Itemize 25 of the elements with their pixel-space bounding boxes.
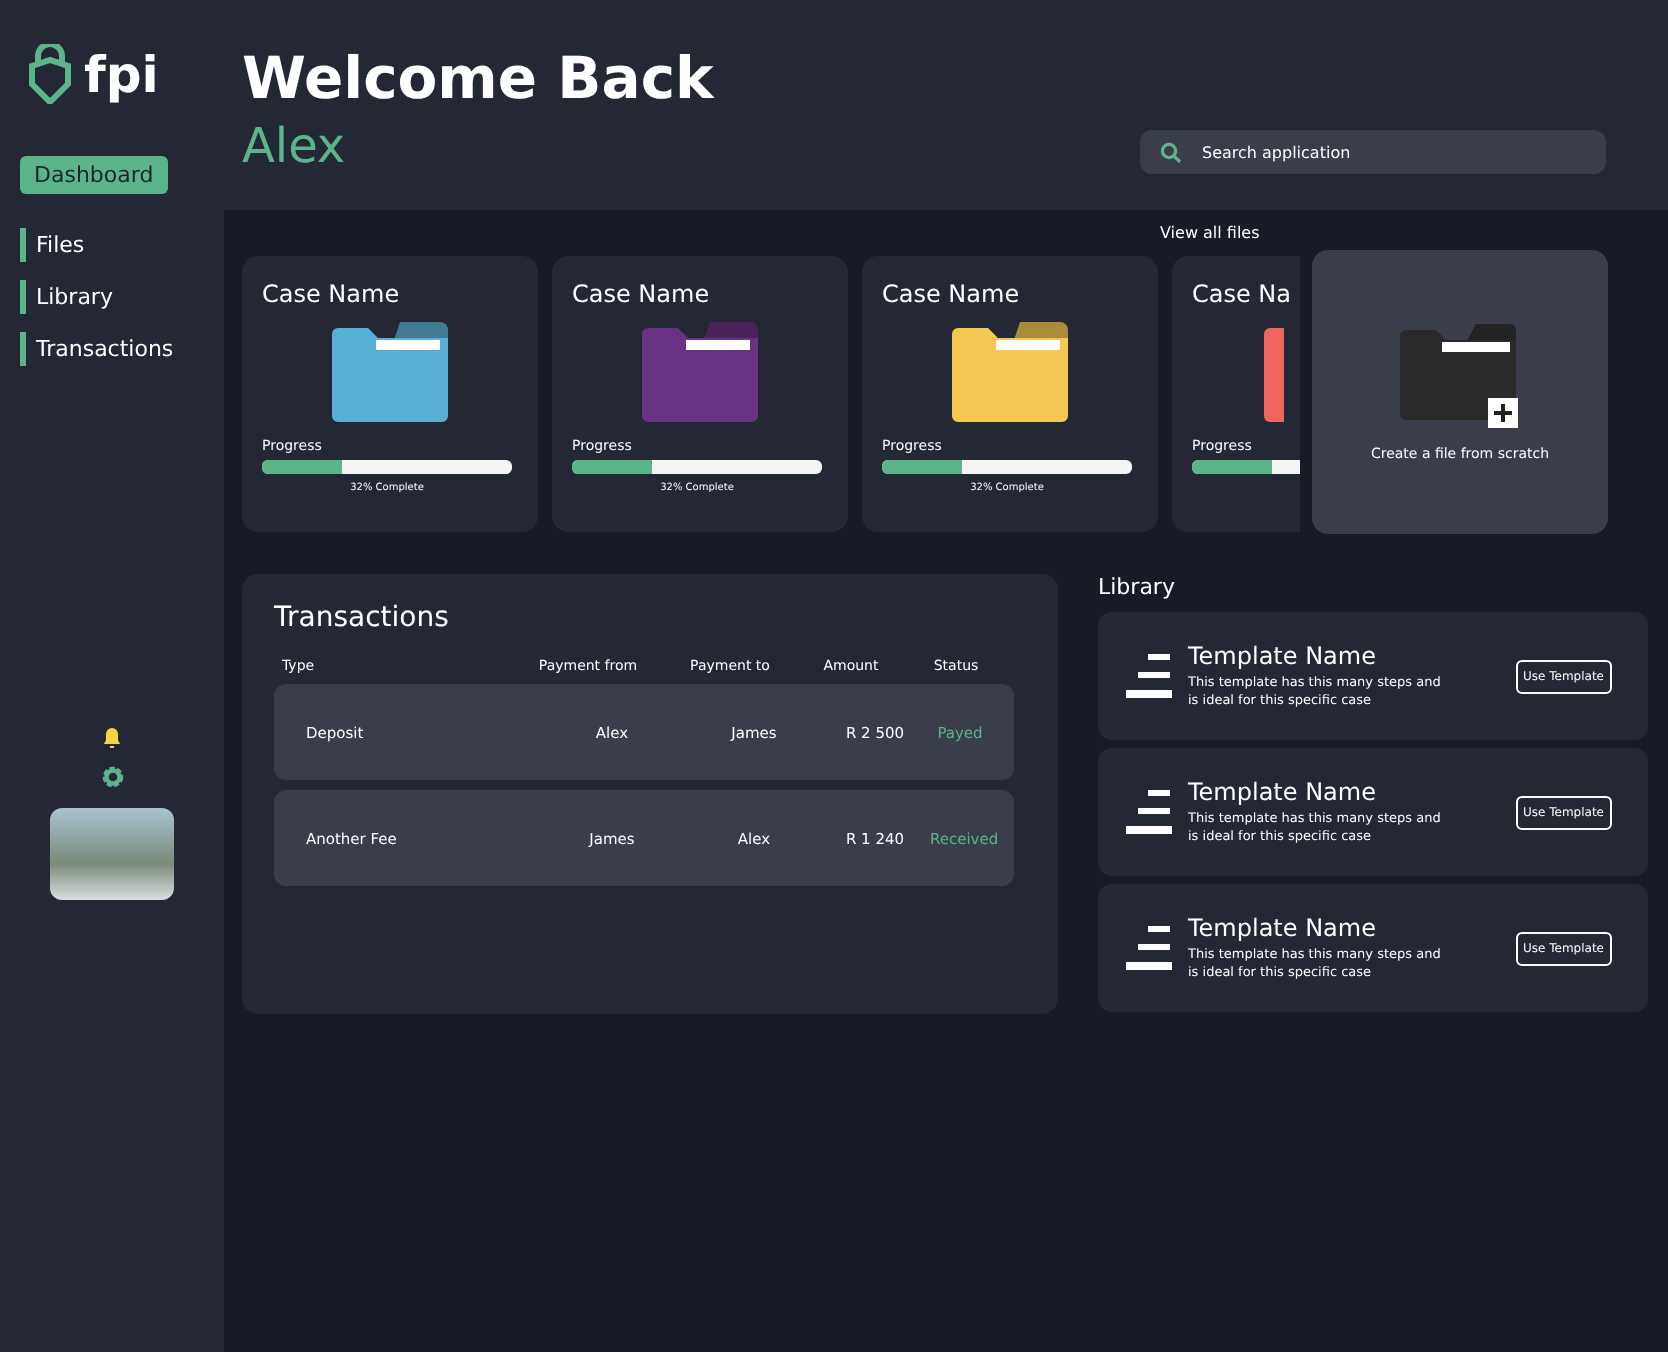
case-name: Case Name: [882, 280, 1022, 308]
bell-icon[interactable]: [100, 726, 124, 750]
template-name: Template Name: [1188, 778, 1378, 806]
steps-icon: [1126, 653, 1172, 699]
template-name: Template Name: [1188, 914, 1378, 942]
settings-icon[interactable]: [99, 764, 125, 790]
template-name: Template Name: [1188, 642, 1378, 670]
case-name: Case Name: [262, 280, 402, 308]
nav-item[interactable]: Files: [20, 228, 95, 262]
transactions-title: Transactions: [274, 602, 451, 634]
nav-item[interactable]: Transactions: [20, 332, 184, 366]
welcome-heading: Welcome Back: [242, 44, 714, 112]
user-name: Alex: [242, 118, 348, 174]
shield-logo-icon: [28, 44, 72, 104]
search-field[interactable]: Search application: [1140, 130, 1606, 174]
case-name: Case Na: [1192, 280, 1294, 308]
view-all-files-link[interactable]: View all files: [1160, 224, 1260, 242]
nav-item[interactable]: Dashboard: [20, 156, 168, 194]
nav-item[interactable]: Library: [20, 280, 123, 314]
library-title: Library: [1098, 574, 1177, 600]
steps-icon: [1126, 789, 1172, 835]
steps-icon: [1126, 925, 1172, 971]
folder-plus-icon: [1400, 323, 1520, 429]
case-name: Case Name: [572, 280, 712, 308]
brand-name: fpi: [84, 45, 159, 103]
